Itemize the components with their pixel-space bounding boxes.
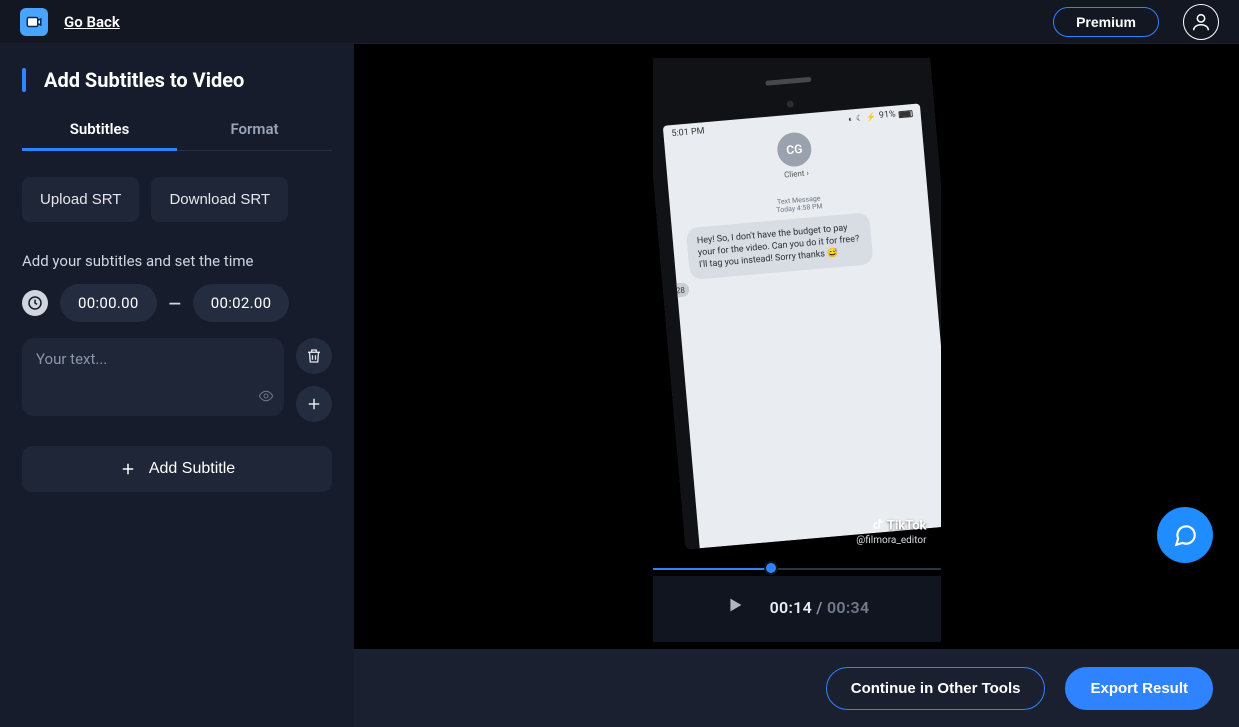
instruction-label: Add your subtitles and set the time (22, 252, 332, 270)
premium-button[interactable]: Premium (1053, 7, 1159, 37)
subtitle-text-row (22, 338, 332, 422)
duration: 00:34 (827, 598, 869, 617)
time-to-input[interactable]: 00:02.00 (193, 284, 290, 322)
status-battery: ⚡ (865, 112, 876, 122)
video-controls: 00:14 / 00:34 (653, 576, 941, 642)
add-subtitle-inline-button[interactable] (296, 386, 332, 422)
srt-button-row: Upload SRT Download SRT (22, 177, 332, 222)
contact-avatar: CG (775, 131, 812, 168)
video-region: 128 5:01 PM ◐ ☾ ⚡ 91% (354, 44, 1239, 649)
help-button[interactable] (1157, 507, 1213, 563)
seek-bar[interactable] (653, 564, 941, 576)
tiktok-handle: @filmora_editor (856, 535, 926, 546)
status-time: 5:01 PM (671, 126, 705, 139)
delete-subtitle-button[interactable] (296, 338, 332, 374)
app-logo (20, 8, 48, 36)
play-button[interactable] (724, 594, 746, 620)
main: Add Subtitles to Video Subtitles Format … (0, 44, 1239, 649)
message-bubble: Hey! So, I don't have the budget to pay … (685, 212, 873, 280)
plus-icon (119, 460, 137, 478)
visibility-icon[interactable] (258, 388, 274, 408)
subtitle-textarea[interactable] (36, 350, 270, 404)
time-from-input[interactable]: 00:00.00 (60, 284, 157, 322)
status-right: 91% (878, 110, 896, 121)
tiktok-icon (871, 517, 885, 535)
video-holder: 128 5:01 PM ◐ ☾ ⚡ 91% (653, 58, 941, 642)
tabs: Subtitles Format (22, 110, 332, 151)
title-accent-bar (22, 68, 26, 92)
time-label: 00:14 / 00:34 (770, 598, 870, 617)
video-preview[interactable]: 128 5:01 PM ◐ ☾ ⚡ 91% (653, 58, 941, 568)
play-icon (724, 594, 746, 616)
footer: Continue in Other Tools Export Result (0, 649, 1239, 727)
current-time: 00:14 (770, 598, 812, 617)
topbar-left: Go Back (20, 8, 120, 36)
chat-icon (1172, 522, 1198, 548)
add-subtitle-button[interactable]: Add Subtitle (22, 446, 332, 492)
sidebar-title-row: Add Subtitles to Video (22, 68, 332, 92)
clock-icon (22, 290, 48, 316)
topbar: Go Back Premium (0, 0, 1239, 44)
topbar-right: Premium (1053, 4, 1219, 40)
add-subtitle-label: Add Subtitle (149, 460, 235, 478)
time-dash: — (169, 294, 181, 313)
upload-srt-button[interactable]: Upload SRT (22, 177, 139, 222)
subtitle-item-actions (296, 338, 332, 422)
trash-icon (305, 347, 323, 365)
time-row: 00:00.00 — 00:02.00 (22, 284, 332, 322)
plus-icon (305, 395, 323, 413)
subtitle-textarea-wrap (22, 338, 284, 416)
page-title: Add Subtitles to Video (44, 68, 244, 92)
user-icon (1190, 11, 1212, 33)
user-avatar[interactable] (1183, 4, 1219, 40)
tiktok-watermark: TikTok @filmora_editor (856, 517, 926, 546)
sidebar: Add Subtitles to Video Subtitles Format … (0, 44, 354, 649)
seek-thumb[interactable] (764, 561, 778, 575)
go-back-link[interactable]: Go Back (64, 13, 120, 31)
tab-format[interactable]: Format (177, 110, 332, 150)
continue-other-tools-button[interactable]: Continue in Other Tools (826, 667, 1046, 710)
export-result-button[interactable]: Export Result (1065, 667, 1213, 710)
tab-subtitles[interactable]: Subtitles (22, 110, 177, 150)
download-srt-button[interactable]: Download SRT (151, 177, 288, 222)
